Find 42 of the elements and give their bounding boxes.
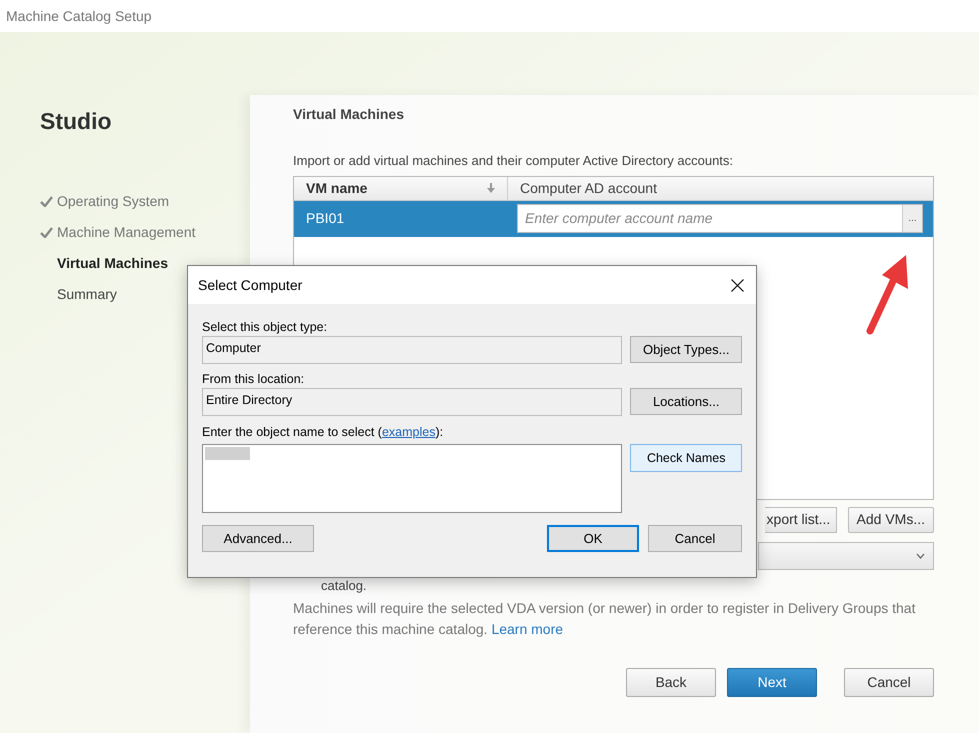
chevron-down-icon — [916, 552, 925, 558]
learn-more-link[interactable]: Learn more — [491, 620, 564, 636]
close-icon[interactable] — [731, 278, 744, 292]
field-label: Select this object type: — [202, 319, 328, 336]
name-label: Enter the object name to select (examples): — [202, 424, 444, 442]
field-value: Entire Directory — [202, 388, 622, 416]
export-list-button[interactable]: xport list... — [764, 506, 837, 532]
wizard-step: Operating System — [57, 190, 170, 212]
window-title: Machine Catalog Setup — [6, 6, 152, 26]
field-label: From this location: — [202, 371, 306, 388]
intro-text: Import or add virtual machines and their computer Active Directory accounts: — [293, 152, 734, 170]
column-header[interactable]: VM name — [294, 176, 508, 200]
browse-button[interactable]: ... — [902, 205, 922, 232]
dialog-button[interactable]: Locations... — [630, 388, 742, 415]
wizard-button[interactable]: Next — [727, 668, 817, 696]
dialog-title: Select Computer — [198, 276, 302, 295]
field-value: Computer — [202, 336, 622, 364]
wizard-step: Machine Management — [57, 222, 196, 242]
examples-link[interactable]: examples — [382, 425, 436, 440]
catalog-text: catalog. — [320, 578, 368, 594]
checkmark-icon — [40, 196, 53, 206]
ok-button[interactable]: OK — [547, 525, 639, 552]
checkmark-icon — [40, 226, 53, 238]
wizard-step: Virtual Machines — [57, 252, 168, 274]
add-vms-button[interactable]: Add VMs... — [848, 506, 934, 532]
redacted-text-mark — [205, 447, 250, 460]
sidebar-title: Studio — [40, 107, 113, 136]
wizard-button[interactable]: Back — [626, 668, 716, 696]
vda-note: Machines will require the selected VDA version (or newer) in order to register in Delivery Groups that reference this machine catalog. Learn more — [293, 598, 916, 639]
check-names-button[interactable]: Check Names — [630, 444, 742, 472]
dialog-button[interactable]: Object Types... — [630, 336, 742, 363]
version-dropdown[interactable] — [758, 542, 934, 570]
wizard-button[interactable]: Cancel — [844, 668, 934, 696]
section-heading: Virtual Machines — [293, 105, 406, 124]
cancel-button[interactable]: Cancel — [648, 525, 742, 552]
table-row[interactable]: PBI01 Enter computer account name ... — [294, 200, 933, 236]
advanced-button[interactable]: Advanced... — [202, 525, 314, 552]
vm-name-cell-text: PBI01 — [305, 209, 346, 228]
object-name-field[interactable] — [202, 444, 622, 513]
wizard-step: Summary — [57, 284, 117, 304]
column-header[interactable]: Computer AD account — [508, 176, 933, 200]
account-field[interactable]: Enter computer account name ... — [517, 204, 923, 233]
